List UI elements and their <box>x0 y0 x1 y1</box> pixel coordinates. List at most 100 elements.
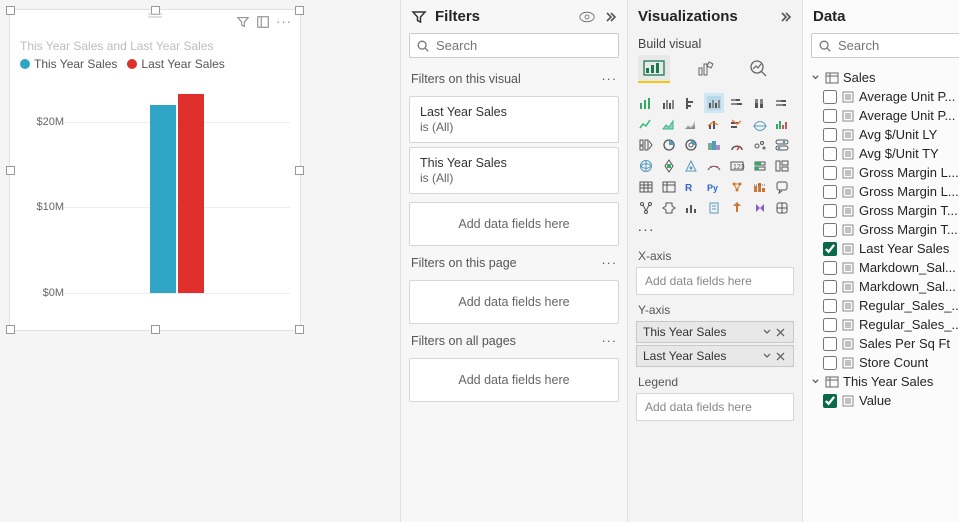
viz-type-icon-30[interactable]: R <box>681 177 701 197</box>
viz-type-icon-2[interactable] <box>681 93 701 113</box>
resize-handle[interactable] <box>6 6 15 15</box>
viz-type-icon-6[interactable] <box>772 93 792 113</box>
table-row[interactable]: Sales <box>807 68 959 87</box>
clustered-column-chart[interactable]: $0M$10M$20M <box>20 79 290 309</box>
viz-type-icon-27[interactable] <box>772 156 792 176</box>
page-filter-drop[interactable]: Add data fields here <box>409 280 619 324</box>
filter-card[interactable]: Last Year Salesis (All) <box>409 96 619 143</box>
viz-type-icon-19[interactable] <box>750 135 770 155</box>
field-checkbox[interactable] <box>823 394 837 408</box>
xaxis-well[interactable]: Add data fields here <box>636 267 794 295</box>
field-checkbox[interactable] <box>823 280 837 294</box>
viz-type-icon-7[interactable] <box>636 114 656 134</box>
table-row[interactable]: This Year Sales <box>807 372 959 391</box>
viz-type-icon-11[interactable] <box>727 114 747 134</box>
bar-series-0[interactable] <box>150 105 176 293</box>
field-checkbox[interactable] <box>823 128 837 142</box>
viz-type-icon-1[interactable] <box>659 93 679 113</box>
viz-type-icon-14[interactable] <box>636 135 656 155</box>
field-row[interactable]: Gross Margin T... <box>819 220 959 239</box>
resize-handle[interactable] <box>6 166 15 175</box>
viz-type-icon-8[interactable] <box>659 114 679 134</box>
filter-icon[interactable] <box>236 15 250 29</box>
field-row[interactable]: Store Count <box>819 353 959 372</box>
viz-type-icon-36[interactable] <box>659 198 679 218</box>
viz-type-icon-23[interactable] <box>681 156 701 176</box>
field-checkbox[interactable] <box>823 318 837 332</box>
remove-icon[interactable] <box>774 352 787 361</box>
field-row[interactable]: Value <box>819 391 959 410</box>
resize-handle[interactable] <box>295 325 304 334</box>
viz-type-icon-18[interactable] <box>727 135 747 155</box>
field-row[interactable]: Markdown_Sal... <box>819 277 959 296</box>
collapse-icon[interactable] <box>778 10 792 24</box>
field-checkbox[interactable] <box>823 299 837 313</box>
collapse-icon[interactable] <box>603 10 617 24</box>
chevron-down-icon[interactable] <box>760 327 774 337</box>
viz-type-icon-12[interactable] <box>750 114 770 134</box>
viz-type-icon-20[interactable] <box>772 135 792 155</box>
viz-more-icon[interactable]: ··· <box>636 219 656 239</box>
filter-search-input[interactable] <box>436 38 612 53</box>
viz-type-icon-5[interactable] <box>750 93 770 113</box>
viz-type-icon-0[interactable] <box>636 93 656 113</box>
viz-type-icon-39[interactable] <box>727 198 747 218</box>
viz-type-icon-4[interactable] <box>727 93 747 113</box>
all-filter-drop[interactable]: Add data fields here <box>409 358 619 402</box>
visual-tile[interactable]: ··· This Year Sales and Last Year Sales … <box>10 10 300 330</box>
viz-type-icon-25[interactable]: 123 <box>727 156 747 176</box>
field-row[interactable]: Regular_Sales_... <box>819 296 959 315</box>
field-checkbox[interactable] <box>823 356 837 370</box>
resize-handle[interactable] <box>6 325 15 334</box>
section-more-icon[interactable]: ··· <box>602 256 618 270</box>
field-pill[interactable]: Last Year Sales <box>636 345 794 367</box>
resize-handle[interactable] <box>151 6 160 15</box>
data-search[interactable] <box>811 33 959 58</box>
field-checkbox[interactable] <box>823 204 837 218</box>
field-row[interactable]: Sales Per Sq Ft <box>819 334 959 353</box>
viz-type-icon-16[interactable] <box>681 135 701 155</box>
viz-type-icon-17[interactable] <box>704 135 724 155</box>
field-row[interactable]: Gross Margin L... <box>819 163 959 182</box>
remove-icon[interactable] <box>774 328 787 337</box>
viz-type-icon-15[interactable] <box>659 135 679 155</box>
more-options-icon[interactable]: ··· <box>276 14 292 29</box>
viz-type-icon-29[interactable] <box>659 177 679 197</box>
build-visual-tab[interactable] <box>638 55 670 83</box>
viz-type-icon-13[interactable] <box>772 114 792 134</box>
viz-type-icon-37[interactable] <box>681 198 701 218</box>
field-checkbox[interactable] <box>823 261 837 275</box>
format-visual-tab[interactable] <box>690 55 722 83</box>
field-row[interactable]: Average Unit P... <box>819 106 959 125</box>
filter-card[interactable]: This Year Salesis (All) <box>409 147 619 194</box>
field-checkbox[interactable] <box>823 90 837 104</box>
viz-type-icon-10[interactable] <box>704 114 724 134</box>
resize-handle[interactable] <box>151 325 160 334</box>
field-pill[interactable]: This Year Sales <box>636 321 794 343</box>
viz-type-icon-34[interactable] <box>772 177 792 197</box>
bar-series-1[interactable] <box>178 94 204 293</box>
chevron-down-icon[interactable] <box>760 351 774 361</box>
field-row[interactable]: Avg $/Unit TY <box>819 144 959 163</box>
filter-search[interactable] <box>409 33 619 58</box>
viz-type-icon-21[interactable] <box>636 156 656 176</box>
field-row[interactable]: Last Year Sales <box>819 239 959 258</box>
viz-type-icon-40[interactable] <box>750 198 770 218</box>
viz-type-icon-35[interactable] <box>636 198 656 218</box>
viz-type-icon-41[interactable] <box>772 198 792 218</box>
field-checkbox[interactable] <box>823 223 837 237</box>
canvas-area[interactable]: ··· This Year Sales and Last Year Sales … <box>0 0 400 522</box>
viz-type-icon-31[interactable]: Py <box>704 177 724 197</box>
viz-type-icon-38[interactable] <box>704 198 724 218</box>
field-checkbox[interactable] <box>823 166 837 180</box>
viz-type-icon-24[interactable] <box>704 156 724 176</box>
show-filters-icon[interactable] <box>579 10 595 24</box>
field-row[interactable]: Markdown_Sal... <box>819 258 959 277</box>
field-checkbox[interactable] <box>823 242 837 256</box>
legend-well[interactable]: Add data fields here <box>636 393 794 421</box>
resize-handle[interactable] <box>295 6 304 15</box>
field-row[interactable]: Avg $/Unit LY <box>819 125 959 144</box>
field-checkbox[interactable] <box>823 185 837 199</box>
field-row[interactable]: Gross Margin T... <box>819 201 959 220</box>
chevron-down-icon[interactable] <box>811 73 821 82</box>
